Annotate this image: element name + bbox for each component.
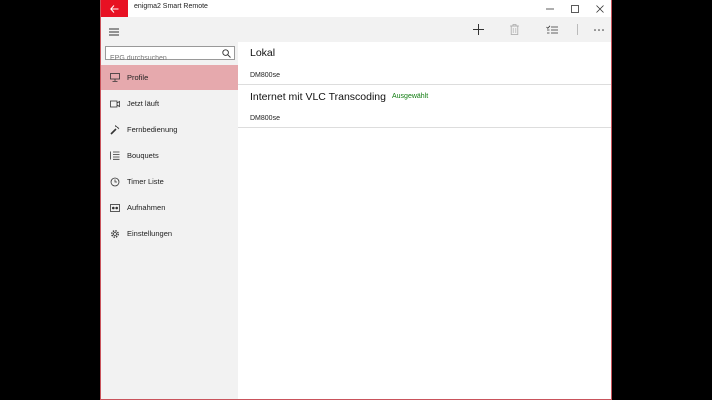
app-window: enigma2 Smart Remote P <box>100 0 612 400</box>
video-icon <box>110 99 120 109</box>
monitor-icon <box>110 73 120 83</box>
more-icon <box>593 28 604 31</box>
window-title: enigma2 Smart Remote <box>134 3 208 10</box>
sidebar-item-aufnahmen[interactable]: Aufnahmen <box>101 195 238 220</box>
clock-icon <box>110 177 120 187</box>
navigation-pane: Profile Jetzt läuft Fernbedienung Bouque… <box>101 17 238 399</box>
sidebar-item-label: Profile <box>127 73 149 82</box>
command-bar-separator <box>577 24 578 35</box>
remote-icon <box>110 124 120 135</box>
minimize-button[interactable] <box>537 0 562 17</box>
command-bar <box>238 17 611 42</box>
sidebar-item-label: Fernbedienung <box>127 125 178 134</box>
recording-icon <box>110 203 120 213</box>
profile-device: DM800se <box>250 115 280 122</box>
sidebar-item-label: Jetzt läuft <box>127 99 160 108</box>
hamburger-icon <box>109 28 119 36</box>
sidebar-item-jetzt-laeuft[interactable]: Jetzt läuft <box>101 91 238 116</box>
delete-profile-button[interactable] <box>502 17 527 42</box>
back-button[interactable] <box>101 0 128 17</box>
list-icon <box>110 151 120 161</box>
sidebar-item-label: Timer Liste <box>127 177 164 186</box>
maximize-icon <box>570 4 579 13</box>
add-profile-button[interactable] <box>466 17 491 42</box>
back-arrow-icon <box>110 4 119 13</box>
profile-list-item[interactable]: Internet mit VLC Transcoding Ausgewählt … <box>238 85 611 128</box>
gear-icon <box>110 229 120 239</box>
sidebar-item-bouquets[interactable]: Bouquets <box>101 143 238 168</box>
main-content: Lokal DM800se Internet mit VLC Transcodi… <box>238 17 611 399</box>
sidebar-item-fernbedienung[interactable]: Fernbedienung <box>101 117 238 142</box>
selected-status-label: Ausgewählt <box>392 93 429 100</box>
sidebar-item-label: Aufnahmen <box>127 203 166 212</box>
maximize-button[interactable] <box>562 0 587 17</box>
profile-list-item[interactable]: Lokal DM800se <box>238 42 611 85</box>
sidebar-item-label: Bouquets <box>127 151 159 160</box>
title-bar: enigma2 Smart Remote <box>101 0 611 17</box>
epg-search-input[interactable] <box>106 52 220 65</box>
profile-name: Internet mit VLC Transcoding <box>250 91 386 103</box>
search-icon[interactable] <box>222 49 231 58</box>
epg-search-box <box>105 46 235 65</box>
hamburger-menu-button[interactable] <box>107 25 121 37</box>
sidebar-item-einstellungen[interactable]: Einstellungen <box>101 221 238 246</box>
sidebar-item-label: Einstellungen <box>127 229 173 238</box>
close-icon <box>595 4 604 13</box>
close-button[interactable] <box>587 0 612 17</box>
profile-name: Lokal <box>250 47 276 59</box>
add-icon <box>473 24 484 35</box>
more-options-button[interactable] <box>586 17 611 42</box>
sidebar-item-timer-liste[interactable]: Timer Liste <box>101 169 238 194</box>
minimize-icon <box>545 8 554 9</box>
delete-icon <box>510 24 519 35</box>
select-button[interactable] <box>539 17 564 42</box>
profile-device: DM800se <box>250 72 280 79</box>
select-icon <box>545 25 558 33</box>
sidebar-item-profile[interactable]: Profile <box>101 65 238 90</box>
